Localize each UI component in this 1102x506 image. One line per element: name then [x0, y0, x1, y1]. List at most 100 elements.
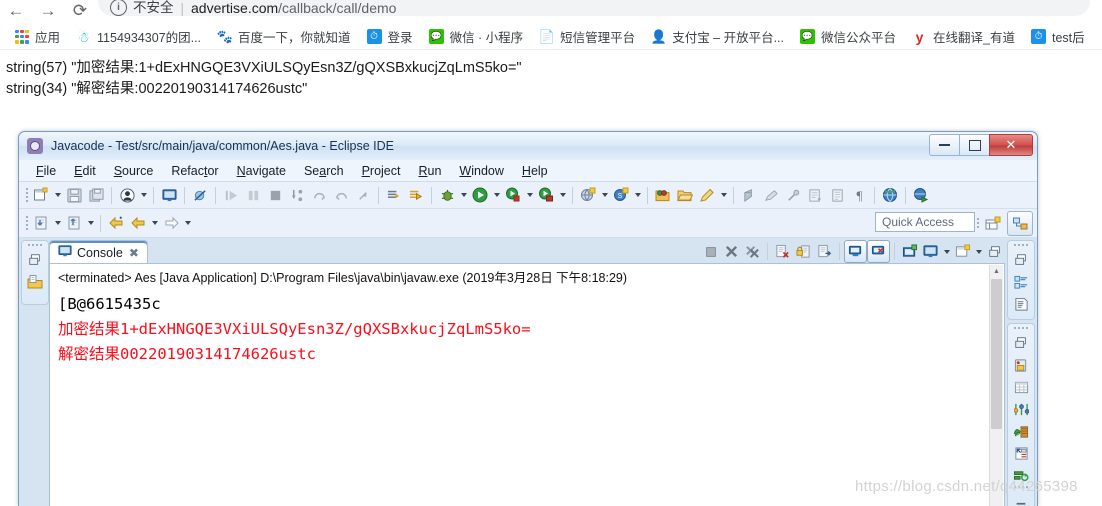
search-arrow[interactable]: [718, 184, 729, 206]
scroll-lock-icon[interactable]: [793, 241, 814, 262]
address-bar[interactable]: i 不安全 | advertise.com /callback/call/dem…: [98, 0, 1090, 16]
servers-icon[interactable]: [1010, 354, 1032, 376]
task-list-icon[interactable]: [1010, 293, 1032, 315]
next-arrow[interactable]: [85, 212, 96, 234]
open-type-icon[interactable]: [652, 184, 674, 206]
export-icon[interactable]: [804, 184, 826, 206]
back-arrow-icon[interactable]: ←: [6, 0, 26, 20]
eraser-icon[interactable]: [760, 184, 782, 206]
maximize-button[interactable]: [959, 134, 989, 156]
user-dropdown-arrow[interactable]: [138, 184, 149, 206]
step-debug-icon[interactable]: [405, 184, 427, 206]
drop-to-frame-icon[interactable]: [352, 184, 374, 206]
properties-icon[interactable]: [1010, 376, 1032, 398]
pilcrow-icon[interactable]: ¶: [848, 184, 870, 206]
resume-icon[interactable]: [220, 184, 242, 206]
terminate-icon[interactable]: [700, 241, 721, 262]
filters-icon[interactable]: [1010, 398, 1032, 420]
scroll-up-arrow[interactable]: ▲: [990, 265, 1003, 278]
book-icon[interactable]: [826, 184, 848, 206]
bookmark-alipay[interactable]: 👤 支付宝 – 开放平台...: [644, 26, 791, 48]
menu-help[interactable]: Help: [513, 164, 557, 178]
run-icon[interactable]: [469, 184, 491, 206]
remove-launch-icon[interactable]: [721, 241, 742, 262]
toolbar-grip[interactable]: [974, 214, 981, 232]
new-wizard-icon[interactable]: [30, 184, 52, 206]
console-output-area[interactable]: <terminated> Aes [Java Application] D:\P…: [49, 263, 1005, 506]
snippets-icon[interactable]: [1010, 442, 1032, 464]
view-menu-icon[interactable]: [952, 241, 973, 262]
package-explorer-icon[interactable]: [24, 271, 46, 293]
bookmark-apps[interactable]: 应用: [8, 26, 67, 48]
coverage-dropdown-arrow[interactable]: [557, 184, 568, 206]
new-dropdown-arrow[interactable]: [52, 184, 63, 206]
suspend-icon[interactable]: [242, 184, 264, 206]
bookmark-qq[interactable]: ☃ 1154934307的团...: [69, 26, 208, 48]
run-external-dropdown-arrow[interactable]: [524, 184, 535, 206]
open-folder-icon[interactable]: [674, 184, 696, 206]
step-over-icon[interactable]: [308, 184, 330, 206]
minimize-button[interactable]: [929, 134, 959, 156]
bookmark-wechat-mp[interactable]: 💬 微信公众平台: [793, 26, 903, 48]
forward-icon[interactable]: [160, 212, 182, 234]
bookmark-baidu[interactable]: 🐾 百度一下，你就知道: [210, 26, 358, 48]
toolbar-grip[interactable]: [23, 186, 30, 204]
menu-file[interactable]: File: [27, 164, 65, 178]
skip-breakpoints-icon[interactable]: [189, 184, 211, 206]
console-scrollbar[interactable]: ▲: [989, 265, 1003, 506]
info-circle-icon[interactable]: i: [110, 0, 127, 16]
show-console-on-output-icon[interactable]: [814, 241, 835, 262]
close-icon[interactable]: ✖: [129, 246, 139, 260]
save-all-icon[interactable]: [85, 184, 107, 206]
toolbar-grip[interactable]: [23, 214, 30, 232]
new-spring-arrow[interactable]: [632, 184, 643, 206]
menu-window[interactable]: Window: [450, 164, 512, 178]
run-dropdown-arrow[interactable]: [491, 184, 502, 206]
java-perspective-icon[interactable]: [1007, 211, 1033, 236]
user-icon[interactable]: [116, 184, 138, 206]
new-java-project-icon[interactable]: [577, 184, 599, 206]
previous-arrow[interactable]: [52, 212, 63, 234]
debug-dropdown-arrow[interactable]: [458, 184, 469, 206]
restore-icon[interactable]: [1010, 332, 1032, 354]
back-history-icon[interactable]: [105, 212, 127, 234]
open-perspective-icon[interactable]: [981, 212, 1005, 235]
paint-icon[interactable]: [782, 184, 804, 206]
data-source-icon[interactable]: [1010, 420, 1032, 442]
bookmark-login[interactable]: ⏱ 登录: [360, 26, 420, 48]
rail-grip[interactable]: [28, 244, 42, 246]
back-arrow[interactable]: [149, 212, 160, 234]
scrollbar-thumb[interactable]: [991, 279, 1002, 429]
restore-icon[interactable]: [24, 249, 46, 271]
rail-grip[interactable]: [1014, 244, 1028, 246]
coverage-icon[interactable]: [535, 184, 557, 206]
outline-icon[interactable]: [1010, 271, 1032, 293]
view-menu-arrow[interactable]: [973, 241, 984, 263]
search-pencil-icon[interactable]: [696, 184, 718, 206]
new-spring-icon[interactable]: S: [610, 184, 632, 206]
menu-source[interactable]: Source: [105, 164, 163, 178]
forward-arrow-icon[interactable]: →: [38, 0, 58, 20]
back-icon[interactable]: [127, 212, 149, 234]
menu-project[interactable]: Project: [353, 164, 410, 178]
deploy-icon[interactable]: [910, 184, 932, 206]
save-icon[interactable]: [63, 184, 85, 206]
use-step-filters-icon[interactable]: [383, 184, 405, 206]
bookmark-youdao[interactable]: y 在线翻译_有道: [905, 26, 1022, 48]
bookmark-test[interactable]: ⏱ test后: [1024, 26, 1092, 48]
new-console-view-icon[interactable]: [920, 241, 941, 262]
menu-edit[interactable]: Edit: [65, 164, 105, 178]
quick-access-input[interactable]: Quick Access: [875, 212, 975, 232]
eclipse-titlebar[interactable]: Javacode - Test/src/main/java/common/Aes…: [19, 132, 1037, 160]
annotation-icon[interactable]: [738, 184, 760, 206]
menu-navigate[interactable]: Navigate: [228, 164, 295, 178]
new-java-project-arrow[interactable]: [599, 184, 610, 206]
menu-refactor[interactable]: Refactor: [162, 164, 227, 178]
menu-search[interactable]: Search: [295, 164, 353, 178]
previous-annotation-icon[interactable]: [30, 212, 52, 234]
restore-icon[interactable]: [1010, 249, 1032, 271]
bookmark-sms-platform[interactable]: 📄 短信管理平台: [532, 26, 642, 48]
display-selected-console-icon[interactable]: [867, 240, 890, 263]
chevron-down-icon[interactable]: [941, 241, 952, 263]
open-console-icon[interactable]: [899, 241, 920, 262]
